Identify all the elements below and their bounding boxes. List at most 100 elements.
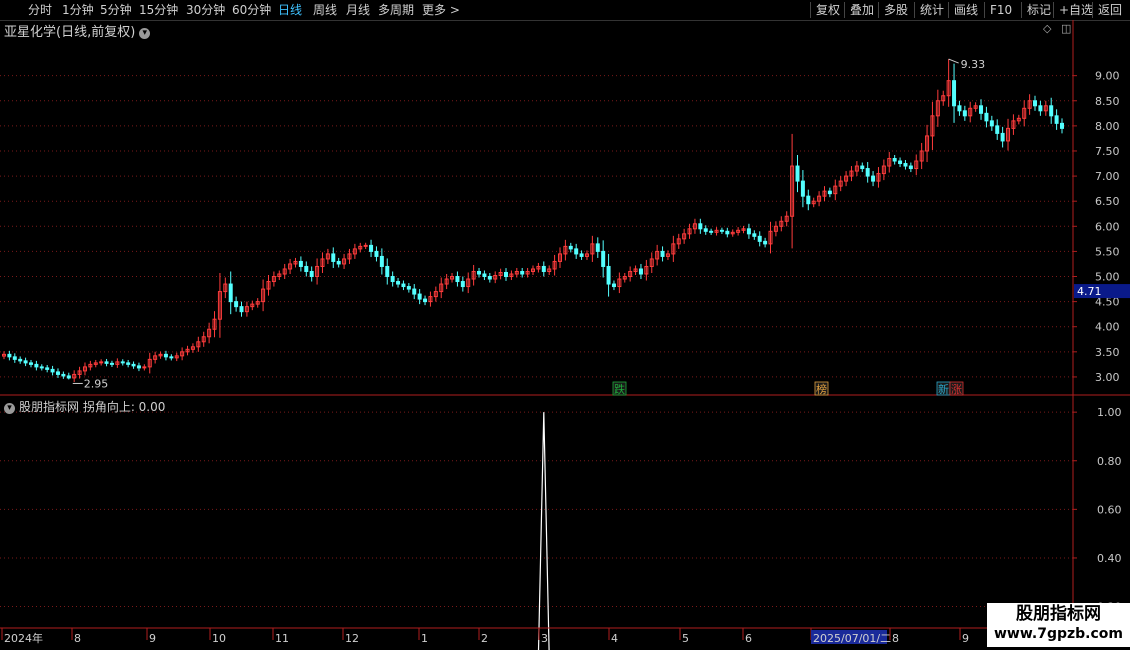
time-tick-label: 5 (682, 632, 689, 645)
candle-body (50, 368, 55, 373)
period-tab-3[interactable]: 15分钟 (139, 2, 178, 18)
candle-body (752, 233, 757, 237)
candle-body (871, 175, 876, 182)
candle-body (1000, 132, 1005, 142)
toolbar-button-1[interactable]: 叠加 (844, 2, 874, 18)
period-tab-1[interactable]: 1分钟 (62, 2, 94, 18)
chevron-down-icon[interactable]: ▾ (139, 28, 151, 39)
candle-body (417, 293, 422, 300)
candle-body (595, 243, 600, 252)
candle-body (455, 276, 460, 283)
period-tab-2[interactable]: 5分钟 (100, 2, 132, 18)
period-tab-6[interactable]: 日线 (278, 2, 302, 18)
candle-body (104, 361, 109, 364)
period-tab-8[interactable]: 月线 (346, 2, 370, 18)
candle-body (109, 362, 114, 365)
candle-body (460, 281, 465, 288)
period-tab-7[interactable]: 周线 (313, 2, 337, 18)
price-tick-label: 7.00 (1095, 170, 1120, 183)
period-tab-5[interactable]: 60分钟 (232, 2, 271, 18)
time-tick-label: 3 (541, 632, 548, 645)
event-marker-label: 榜 (816, 382, 827, 396)
toolbar-button-0[interactable]: 复权 (810, 2, 840, 18)
candle-body (638, 268, 643, 275)
period-tab-0[interactable]: 分时 (28, 2, 52, 18)
indicator-tick-label: 0.60 (1097, 503, 1122, 516)
candle-body (865, 168, 870, 177)
stock-chart[interactable]: 9.008.508.007.507.006.506.005.505.004.50… (0, 20, 1130, 650)
price-tick-label: 3.50 (1095, 346, 1120, 359)
toolbar-button-3[interactable]: 统计 (914, 2, 944, 18)
diamond-icon[interactable]: ◇ (1043, 22, 1051, 35)
candle-body (763, 240, 768, 245)
current-price-label: 4.71 (1077, 285, 1102, 298)
period-tab-9[interactable]: 多周期 (378, 2, 414, 18)
candle-body (989, 120, 994, 127)
candle-body (504, 271, 509, 278)
event-marker-label: 涨 (951, 383, 962, 396)
candle-body (66, 375, 71, 379)
candle-body (487, 276, 492, 280)
toolbar-button-7[interactable]: +自选 (1053, 2, 1093, 18)
high-pointer (948, 58, 959, 64)
panel-toggle-icon[interactable]: ◫ (1061, 22, 1071, 35)
candle-body (725, 230, 730, 235)
watermark-name: 股朋指标网 (1016, 604, 1101, 624)
candle-body (898, 160, 903, 165)
candle-body (136, 365, 141, 369)
toolbar-button-8[interactable]: 返回 (1092, 2, 1122, 18)
price-tick-label: 8.00 (1095, 120, 1120, 133)
time-tick-label: 6 (745, 632, 752, 645)
candle-body (952, 80, 957, 107)
candle-body (1033, 100, 1038, 107)
candle-body (12, 356, 17, 360)
candle-body (1049, 105, 1054, 117)
candle-body (1060, 122, 1064, 129)
candle-body (709, 230, 714, 233)
candle-body (660, 250, 665, 257)
candle-body (120, 361, 125, 364)
candle-body (126, 362, 131, 365)
candle-body (892, 158, 897, 162)
candle-body (234, 301, 239, 308)
toolbar-button-5[interactable]: F10 (984, 2, 1012, 18)
price-tick-label: 7.50 (1095, 145, 1120, 158)
indicator-tick-label: 0.80 (1097, 455, 1122, 468)
candle-body (131, 363, 136, 367)
candle-body (298, 260, 303, 267)
indicator-title[interactable]: ▾ 股朋指标网 拐角向上: 0.00 (4, 398, 165, 415)
toolbar-button-6[interactable]: 标记 (1021, 2, 1051, 18)
high-label: 9.33 (961, 58, 986, 71)
time-tick-label: 9 (962, 632, 969, 645)
candle-body (379, 255, 384, 267)
candle-body (698, 223, 703, 230)
candle-body (746, 228, 751, 235)
watermark-logo: 股朋指标网 www.7gpzb.com (987, 603, 1130, 647)
candle-body (61, 373, 66, 377)
candle-body (423, 298, 428, 303)
candle-body (390, 276, 395, 283)
period-tab-10[interactable]: 更多 > (422, 2, 460, 18)
candle-body (568, 245, 573, 250)
time-tick-label: 2 (481, 632, 488, 645)
period-tab-4[interactable]: 30分钟 (186, 2, 225, 18)
candle-body (903, 163, 908, 167)
time-tick-label: 4 (611, 632, 618, 645)
candle-body (827, 190, 832, 195)
chart-corner-controls: ◇ ◫ (1043, 22, 1071, 35)
time-tick-label: 1 (421, 632, 428, 645)
toolbar: 分时 1分钟 5分钟 15分钟 30分钟 60分钟 日线 周线 月线 多周期 更多 > 复权 叠加 多股… (0, 0, 1130, 20)
chevron-down-icon[interactable]: ▾ (4, 403, 15, 414)
candle-body (28, 362, 33, 365)
candle-body (336, 260, 341, 265)
price-tick-label: 6.00 (1095, 220, 1120, 233)
watermark-url: www.7gpzb.com (993, 626, 1123, 642)
candle-body (412, 288, 417, 295)
chart-title[interactable]: 亚星化学(日线,前复权) ▾ (4, 21, 151, 40)
toolbar-button-2[interactable]: 多股 (878, 2, 908, 18)
candle-body (579, 253, 584, 257)
candle-body (7, 353, 12, 358)
toolbar-button-4[interactable]: 画线 (948, 2, 978, 18)
candle-body (369, 244, 374, 252)
candle-body (520, 270, 525, 275)
